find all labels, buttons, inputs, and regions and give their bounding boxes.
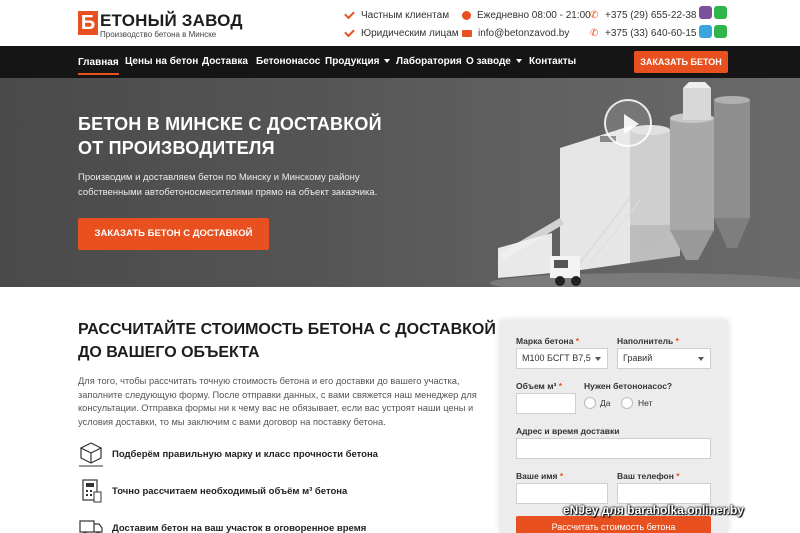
mail-icon (462, 29, 472, 37)
client-link-private[interactable]: Частным клиентам (344, 7, 459, 23)
logo[interactable]: Б ЕТОНЫЙ ЗАВОД Производство бетона в Мин… (78, 11, 243, 40)
phone-link-2[interactable]: +375 (33) 640-60-15 (605, 28, 696, 39)
order-concrete-button[interactable]: ЗАКАЗАТЬ БЕТОН (634, 51, 728, 73)
chevron-down-icon (515, 59, 522, 64)
working-hours: Ежедневно 08:00 - 21:00 (477, 9, 591, 21)
hero-description: Производим и доставляем бетон по Минску … (78, 172, 378, 198)
contact-info: Ежедневно 08:00 - 21:00 info@betonzavod.… (462, 7, 591, 43)
nav-pump[interactable]: Бетононасос (256, 46, 320, 78)
logo-letter: Б (78, 11, 98, 35)
nav-prices[interactable]: Цены на бетон (125, 46, 198, 78)
watermark: eNJey для baraholka.onliner.by (563, 503, 744, 517)
feature-item: Доставим бетон на ваш участок в оговорен… (78, 515, 366, 533)
nav-products[interactable]: Продукция (325, 46, 391, 78)
volume-input[interactable] (516, 393, 576, 414)
filler-label: Наполнитель * (617, 336, 679, 346)
nav-about[interactable]: О заводе (466, 46, 522, 78)
logo-title: ЕТОНЫЙ ЗАВОД (100, 11, 243, 30)
whatsapp-icon[interactable] (714, 25, 727, 38)
grade-label: Марка бетона * (516, 336, 580, 346)
calculate-button[interactable]: Рассчитать стоимость бетона (516, 516, 711, 533)
hero-title: БЕТОН В МИНСКЕ С ДОСТАВКОЙ ОТ ПРОИЗВОДИТ… (78, 114, 382, 158)
cube-icon (79, 442, 103, 467)
pump-no-radio[interactable] (621, 397, 633, 409)
calc-description: Для того, чтобы рассчитать точную стоимо… (78, 376, 477, 427)
name-input[interactable] (516, 483, 608, 504)
nav-lab[interactable]: Лаборатория (396, 46, 462, 78)
pump-yes-radio[interactable] (584, 397, 596, 409)
grade-select[interactable]: М100 БСГТ В7,5 (516, 348, 608, 369)
calculator-icon (82, 479, 102, 503)
phone-input[interactable] (617, 483, 711, 504)
phone-label: Ваш телефон * (617, 471, 680, 481)
phone-icon: ✆ (590, 27, 599, 39)
client-link-legal[interactable]: Юридическим лицам (344, 25, 459, 41)
nav-contacts[interactable]: Контакты (529, 46, 576, 78)
telegram-icon[interactable] (699, 25, 712, 38)
volume-label: Объем м³ * (516, 381, 563, 391)
filler-select[interactable]: Гравий (617, 348, 711, 369)
pump-yes-label[interactable]: Да (600, 398, 610, 408)
check-icon (344, 8, 355, 19)
pump-label: Нужен бетононасос? (584, 381, 673, 391)
hero-banner: БЕТОН В МИНСКЕ С ДОСТАВКОЙ ОТ ПРОИЗВОДИТ… (0, 78, 800, 287)
phone-link-1[interactable]: +375 (29) 655-22-38 (605, 10, 696, 21)
viber-icon[interactable] (699, 6, 712, 19)
top-header: Б ЕТОНЫЙ ЗАВОД Производство бетона в Мин… (0, 0, 800, 46)
address-label: Адрес и время доставки (516, 426, 620, 436)
feature-item: Подберём правильную марку и класс прочно… (78, 441, 378, 467)
truck-icon (79, 520, 103, 533)
order-delivery-button[interactable]: ЗАКАЗАТЬ БЕТОН С ДОСТАВКОЙ (78, 218, 269, 250)
nav-home[interactable]: Главная (78, 48, 119, 75)
client-links: Частным клиентам Юридическим лицам (344, 7, 459, 43)
play-video-icon[interactable] (604, 99, 652, 147)
phone-icon: ✆ (590, 9, 599, 21)
whatsapp-icon[interactable] (714, 6, 727, 19)
calc-title: РАССЧИТАЙТЕ СТОИМОСТЬ БЕТОНА С ДОСТАВКОЙ… (78, 321, 496, 361)
pump-no-label[interactable]: Нет (638, 398, 652, 408)
name-label: Ваше имя * (516, 471, 564, 481)
chevron-down-icon (384, 59, 391, 64)
nav-delivery[interactable]: Доставка (202, 46, 248, 78)
feature-item: Точно рассчитаем необходимый объём м³ бе… (78, 478, 347, 504)
email-link[interactable]: info@betonzavod.by (478, 28, 569, 39)
clock-icon (462, 10, 471, 20)
phone-list: ✆ +375 (29) 655-22-38 ✆ +375 (33) 640-60-1… (590, 7, 696, 43)
address-input[interactable] (516, 438, 711, 459)
check-icon (344, 26, 355, 37)
logo-subtitle: Производство бетона в Минске (100, 30, 217, 39)
